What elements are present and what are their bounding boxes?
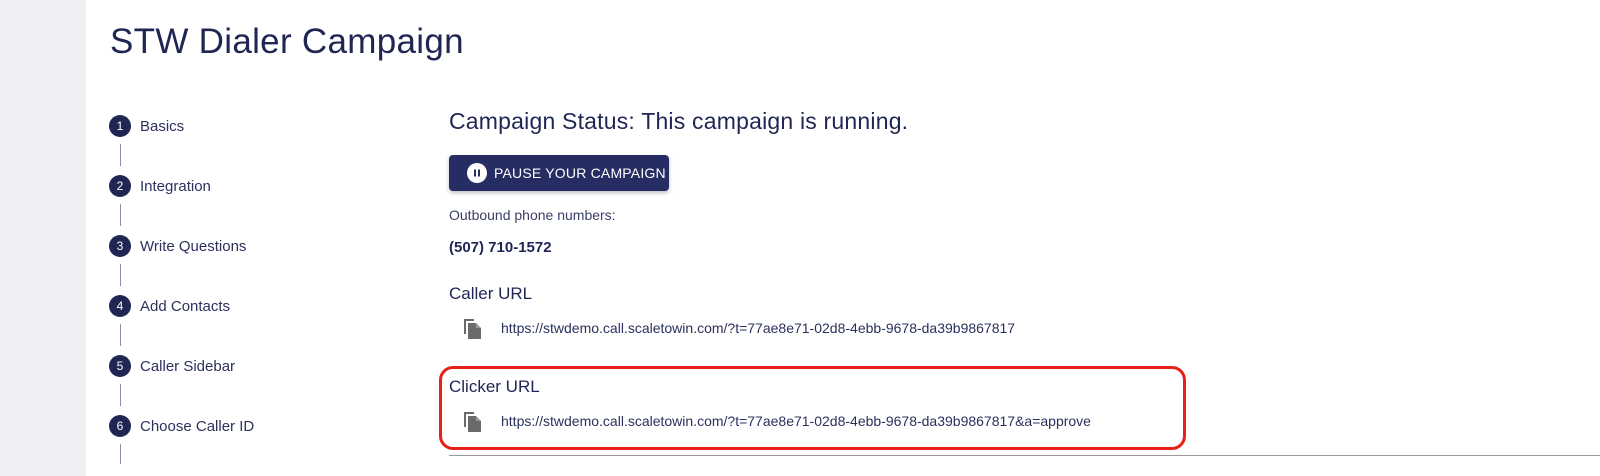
outbound-phone-number: (507) 710-1572 bbox=[449, 239, 552, 256]
page-title: STW Dialer Campaign bbox=[110, 22, 464, 61]
step-number: 1 bbox=[109, 115, 131, 137]
step-add-contacts[interactable]: 4 Add Contacts bbox=[109, 295, 230, 317]
step-label: Add Contacts bbox=[140, 297, 231, 315]
step-connector bbox=[120, 144, 121, 166]
caller-url-label: Caller URL bbox=[449, 284, 533, 303]
step-label: Write Questions bbox=[140, 237, 247, 255]
step-caller-sidebar[interactable]: 5 Caller Sidebar bbox=[109, 355, 235, 377]
pause-campaign-label: PAUSE YOUR CAMPAIGN bbox=[494, 165, 666, 181]
left-rail bbox=[0, 0, 86, 476]
step-label: Caller Sidebar bbox=[140, 357, 236, 375]
pause-icon bbox=[467, 163, 487, 183]
divider bbox=[449, 455, 1600, 456]
step-connector bbox=[120, 264, 121, 286]
campaign-status-heading: Campaign Status: This campaign is runnin… bbox=[449, 108, 909, 134]
copy-icon[interactable] bbox=[462, 317, 484, 341]
step-choose-caller-id[interactable]: 6 Choose Caller ID bbox=[109, 415, 254, 437]
step-label: Integration bbox=[140, 177, 211, 195]
step-label: Basics bbox=[140, 117, 185, 135]
step-connector bbox=[120, 384, 121, 406]
step-basics[interactable]: 1 Basics bbox=[109, 115, 184, 137]
step-number: 6 bbox=[109, 415, 131, 437]
step-label: Choose Caller ID bbox=[140, 417, 255, 435]
step-write-questions[interactable]: 3 Write Questions bbox=[109, 235, 246, 257]
pause-campaign-button[interactable]: PAUSE YOUR CAMPAIGN bbox=[449, 155, 669, 191]
clicker-url-highlight bbox=[439, 366, 1186, 450]
step-number: 5 bbox=[109, 355, 131, 377]
step-number: 3 bbox=[109, 235, 131, 257]
outbound-numbers-label: Outbound phone numbers: bbox=[449, 207, 616, 223]
caller-url[interactable]: https://stwdemo.call.scaletowin.com/?t=7… bbox=[501, 320, 1015, 336]
step-connector bbox=[120, 324, 121, 346]
step-integration[interactable]: 2 Integration bbox=[109, 175, 211, 197]
step-number: 2 bbox=[109, 175, 131, 197]
step-connector bbox=[120, 444, 121, 464]
step-number: 4 bbox=[109, 295, 131, 317]
step-connector bbox=[120, 204, 121, 226]
